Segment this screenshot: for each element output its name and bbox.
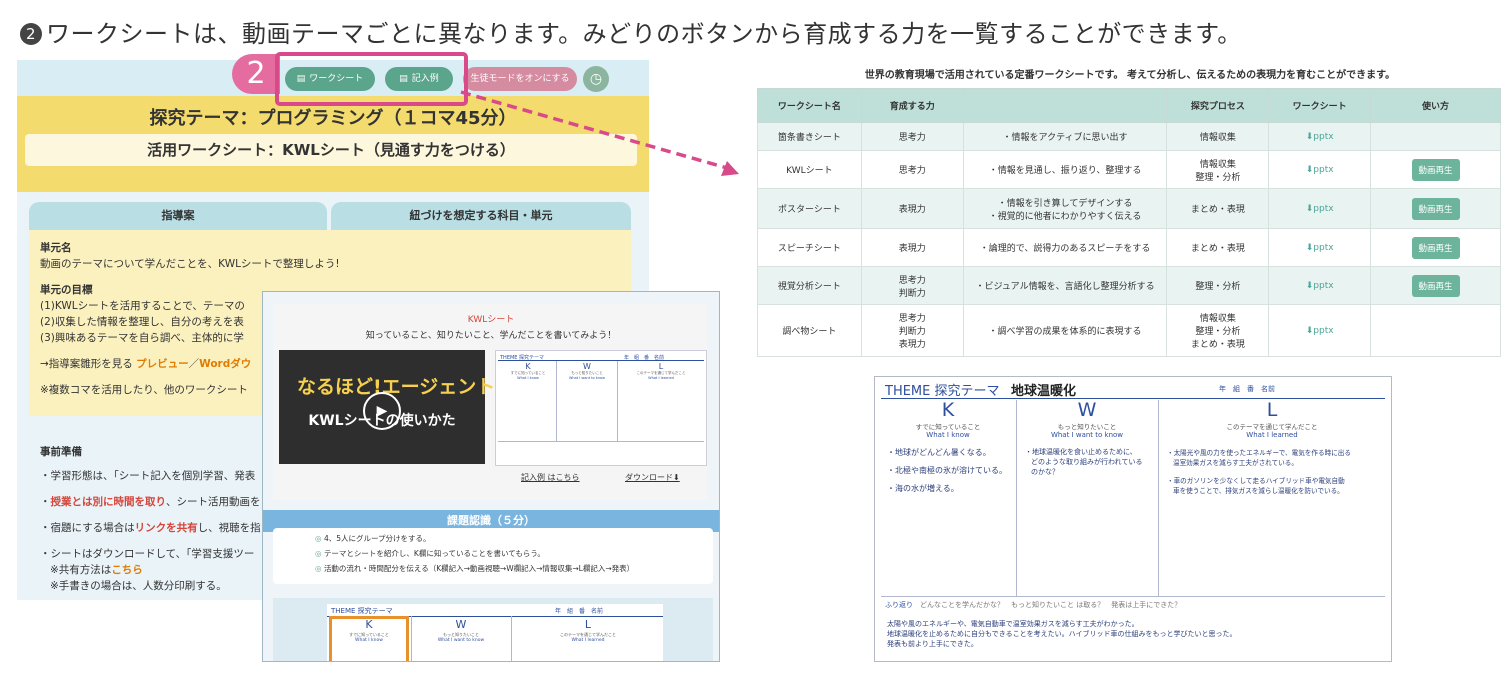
play-video-button[interactable]: 動画再生 (1411, 236, 1460, 259)
kwl-mini-sheet: THEME 探究テーマ 年 組 番 名前 K W L すでに知っていること もっ… (495, 350, 707, 466)
step-item: ◎ 4、5人にグループ分けをする。 (315, 534, 431, 543)
sheet-w: W (1077, 399, 1097, 421)
example-link[interactable]: 記入例 はこちら (521, 472, 580, 483)
reflection-row: ふり返り どんなことを学んだかな？ もっと知りたいこと は取る？ 発表は上手にで… (885, 601, 1182, 609)
caption-number: 2 (20, 23, 42, 45)
play-video-button[interactable]: 動画再生 (1411, 274, 1460, 297)
prep-line: ・宿題にする場合はリンクを共有し、視聴を指 (40, 522, 261, 534)
table-row: KWLシート 思考力 ・情報を見通し、振り返り、整理する 情報収集 整理・分析 … (757, 150, 1501, 189)
sheet-theme-label: THEME 探究テーマ (885, 384, 1000, 399)
column-header: 使い方 (1370, 88, 1501, 123)
pptx-download-link[interactable]: ⬇pptx (1306, 165, 1334, 175)
caption-text: ワークシートは、動画テーマごとに異なります。みどりのボタンから育成する力を一覧す… (46, 20, 1242, 48)
sheet-meta: 年 組 番 名前 (1219, 385, 1275, 393)
prep-line: ・シートはダウンロードして、「学習支援ツー (40, 548, 255, 560)
table-row: 視覚分析シート 思考力 判断力 ・ビジュアル情報を、言語化し整理分析する 整理・… (757, 266, 1501, 305)
column-header: 探究プロセス (1166, 88, 1270, 123)
column-header: 育成する力 (860, 88, 964, 123)
pptx-download-link[interactable]: ⬇pptx (1306, 326, 1334, 336)
prep-label: 事前準備 (40, 446, 82, 458)
play-video-button[interactable]: 動画再生 (1411, 158, 1460, 181)
table-row: スピーチシート 表現力 ・論理的で、説得力のあるスピーチをする まとめ・表現 ⬇… (757, 228, 1501, 267)
play-icon[interactable]: ▶ (363, 392, 401, 430)
tab-subjects[interactable]: 紐づけを想定する科目・単元 (331, 202, 631, 230)
unit-name-label: 単元名 (40, 242, 72, 254)
template-link-row: →指導案雛形を見る プレビュー／Wordダウ (40, 358, 252, 370)
pptx-download-link[interactable]: ⬇pptx (1306, 243, 1334, 253)
prep-line: ※共有方法はこちら (50, 564, 143, 576)
preview-link[interactable]: プレビュー (136, 358, 189, 370)
table-row: ポスターシート 表現力 ・情報を引き算してデザインする ・視覚的に他者にわかりや… (757, 188, 1501, 229)
prep-line: ・授業とは別に時間を取り、シート活用動画を (40, 496, 261, 508)
kwl-example-sheet: THEME 探究テーマ 地球温暖化 年 組 番 名前 K W L すでに知ってい… (874, 376, 1392, 662)
column-header (962, 88, 1168, 123)
table-row: 箇条書きシート 思考力 ・情報をアクティブに思い出す 情報収集 ⬇pptx (757, 122, 1501, 151)
goal-item: (3)興味あるテーマを自ら調べ、主体的に学 (40, 332, 244, 344)
sheet-k: K (941, 399, 955, 421)
word-download-link[interactable]: Wordダウ (199, 358, 251, 370)
step-badge: 2 (232, 54, 280, 94)
kwl-card-subtitle: 知っていること、知りたいこと、学んだことを書いてみよう！ (365, 331, 617, 341)
video-logo: なるほど!エージェント (297, 376, 496, 398)
pptx-download-link[interactable]: ⬇pptx (1306, 132, 1334, 142)
prep-line: ・学習形態は、「シート記入を個別学習、発表 (40, 470, 256, 482)
tab-lesson-plan[interactable]: 指導案 (29, 202, 327, 230)
pointer-arrow (460, 90, 739, 176)
kwl-preview-bottom: THEME 探究テーマ 年 組 番 名前 K W L すでに知っていること もっ… (273, 598, 713, 661)
download-link[interactable]: ダウンロード⬇ (625, 472, 680, 483)
sheet-theme-value: 地球温暖化 (1011, 384, 1077, 399)
unit-name-text: 動画のテーマについて学んだことを、KWLシートで整理しよう! (40, 258, 340, 270)
video-player[interactable]: なるほど!エージェント KWLシートの使いかた ▶ (279, 350, 495, 464)
prep-line: ※手書きの場合は、人数分印刷する。 (50, 580, 227, 592)
worksheet-popup: KWLシート 知っていること、知りたいこと、学んだことを書いてみよう！ なるほど… (262, 291, 720, 662)
sheet-l: L (1266, 399, 1278, 421)
kwl-card-title: KWLシート (467, 315, 515, 325)
pptx-download-link[interactable]: ⬇pptx (1306, 281, 1334, 291)
table-caption: 世界の教育現場で活用されている定番ワークシートです。 考えて分析し、伝えるための… (864, 70, 1396, 81)
worksheet-table: ワークシート名 育成する力 探究プロセス ワークシート 使い方 箇条書きシート … (757, 88, 1501, 357)
play-video-button[interactable]: 動画再生 (1411, 197, 1460, 220)
column-header: ワークシート (1268, 88, 1372, 123)
table-row: 調べ物シート 思考力 判断力 表現力 ・調べ学習の成果を体系的に表現する 情報収… (757, 304, 1501, 357)
highlight-box (275, 52, 468, 106)
step-item: ◎ テーマとシートを紹介し、K欄に知っていることを書いてもらう。 (315, 549, 545, 558)
pptx-download-link[interactable]: ⬇pptx (1306, 204, 1334, 214)
unit-goal-label: 単元の目標 (40, 284, 93, 296)
table-header-row: ワークシート名 育成する力 探究プロセス ワークシート 使い方 (757, 88, 1501, 123)
goal-item: (2)収集した情報を整理し、自分の考えを表 (40, 316, 244, 328)
goal-item: (1)KWLシートを活用することで、テーマの (40, 300, 245, 312)
multi-class-note: ※複数コマを活用したり、他のワークシート (40, 384, 248, 396)
step-item: ◎ 活動の流れ・時間配分を伝える（K欄記入→動画視聴→W欄記入→情報収集→L欄記… (315, 564, 635, 573)
page-caption: 2 ワークシートは、動画テーマごとに異なります。みどりのボタンから育成する力を一覧… (20, 14, 1242, 49)
column-header: ワークシート名 (757, 88, 862, 123)
share-method-link[interactable]: こちら (111, 564, 143, 576)
